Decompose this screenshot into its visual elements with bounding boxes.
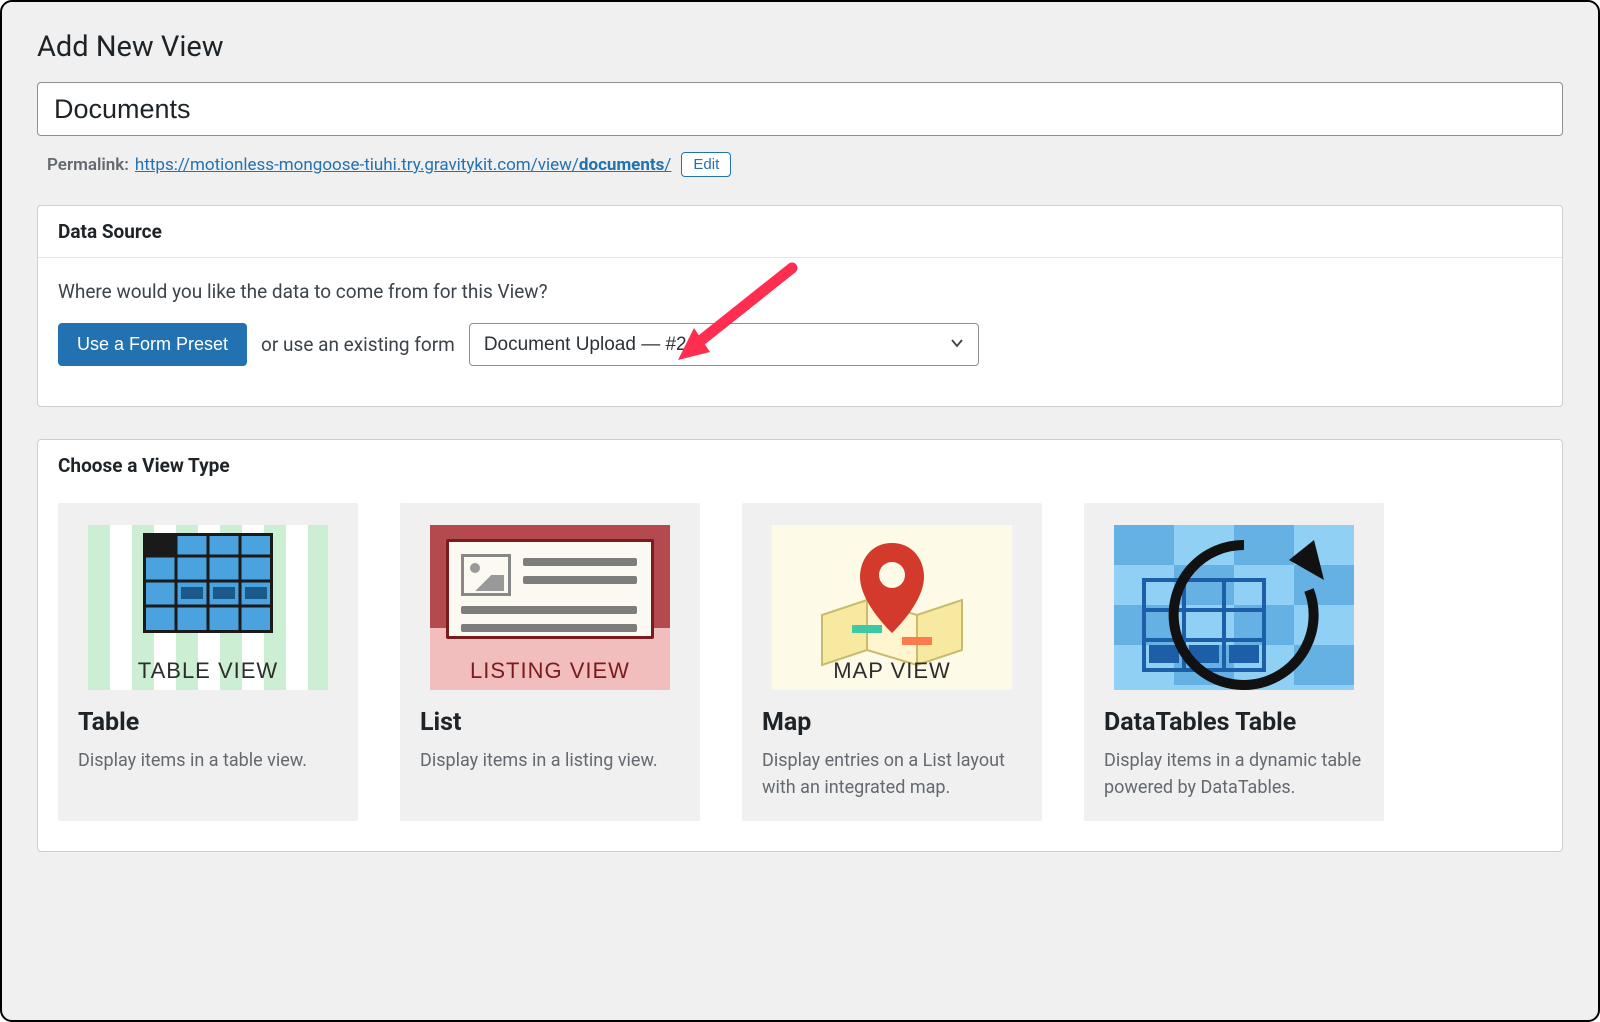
existing-form-select-wrap: Document Upload — #21 xyxy=(469,323,979,366)
view-type-cards: TABLE VIEW Table Display items in a tabl… xyxy=(38,491,1562,851)
existing-form-select[interactable]: Document Upload — #21 xyxy=(469,323,979,366)
listing-view-thumb: LISTING VIEW xyxy=(430,525,670,690)
view-type-card-list[interactable]: LISTING VIEW List Display items in a lis… xyxy=(400,503,700,821)
view-type-header: Choose a View Type xyxy=(38,440,1562,491)
data-source-header: Data Source xyxy=(38,206,1562,258)
card-title: Table xyxy=(58,708,358,747)
card-description: Display items in a dynamic table powered… xyxy=(1084,747,1384,801)
view-type-card-map[interactable]: MAP VIEW Map Display entries on a List l… xyxy=(742,503,1042,821)
view-type-card-table[interactable]: TABLE VIEW Table Display items in a tabl… xyxy=(58,503,358,821)
view-type-card-datatables[interactable]: DataTables Table Display items in a dyna… xyxy=(1084,503,1384,821)
page-title: Add New View xyxy=(37,30,1563,64)
or-existing-form-label: or use an existing form xyxy=(261,333,455,356)
table-view-thumb: TABLE VIEW xyxy=(88,525,328,690)
card-description: Display items in a listing view. xyxy=(400,747,700,774)
view-title-input[interactable] xyxy=(37,82,1563,136)
view-type-panel: Choose a View Type xyxy=(37,439,1563,852)
map-view-caption: MAP VIEW xyxy=(772,658,1012,684)
data-source-panel: Data Source Where would you like the dat… xyxy=(37,205,1563,407)
table-view-caption: TABLE VIEW xyxy=(88,658,328,684)
card-description: Display entries on a List layout with an… xyxy=(742,747,1042,801)
listing-view-caption: LISTING VIEW xyxy=(430,658,670,684)
use-form-preset-button[interactable]: Use a Form Preset xyxy=(58,323,247,366)
data-source-prompt: Where would you like the data to come fr… xyxy=(58,280,1542,303)
card-description: Display items in a table view. xyxy=(58,747,358,774)
permalink-trail: / xyxy=(664,155,671,175)
permalink-row: Permalink: https://motionless-mongoose-t… xyxy=(47,152,1563,177)
permalink-link[interactable]: https://motionless-mongoose-tiuhi.try.gr… xyxy=(135,155,671,175)
datatables-thumb xyxy=(1114,525,1354,690)
permalink-slug: documents xyxy=(579,155,664,175)
map-view-thumb: MAP VIEW xyxy=(772,525,1012,690)
page-frame: Add New View Permalink: https://motionle… xyxy=(0,0,1600,1022)
card-title: DataTables Table xyxy=(1084,708,1384,747)
card-title: Map xyxy=(742,708,1042,747)
data-source-controls: Use a Form Preset or use an existing for… xyxy=(58,323,1542,366)
permalink-base: https://motionless-mongoose-tiuhi.try.gr… xyxy=(135,155,579,175)
permalink-label: Permalink: xyxy=(47,155,129,175)
card-title: List xyxy=(400,708,700,747)
permalink-edit-button[interactable]: Edit xyxy=(681,152,731,177)
